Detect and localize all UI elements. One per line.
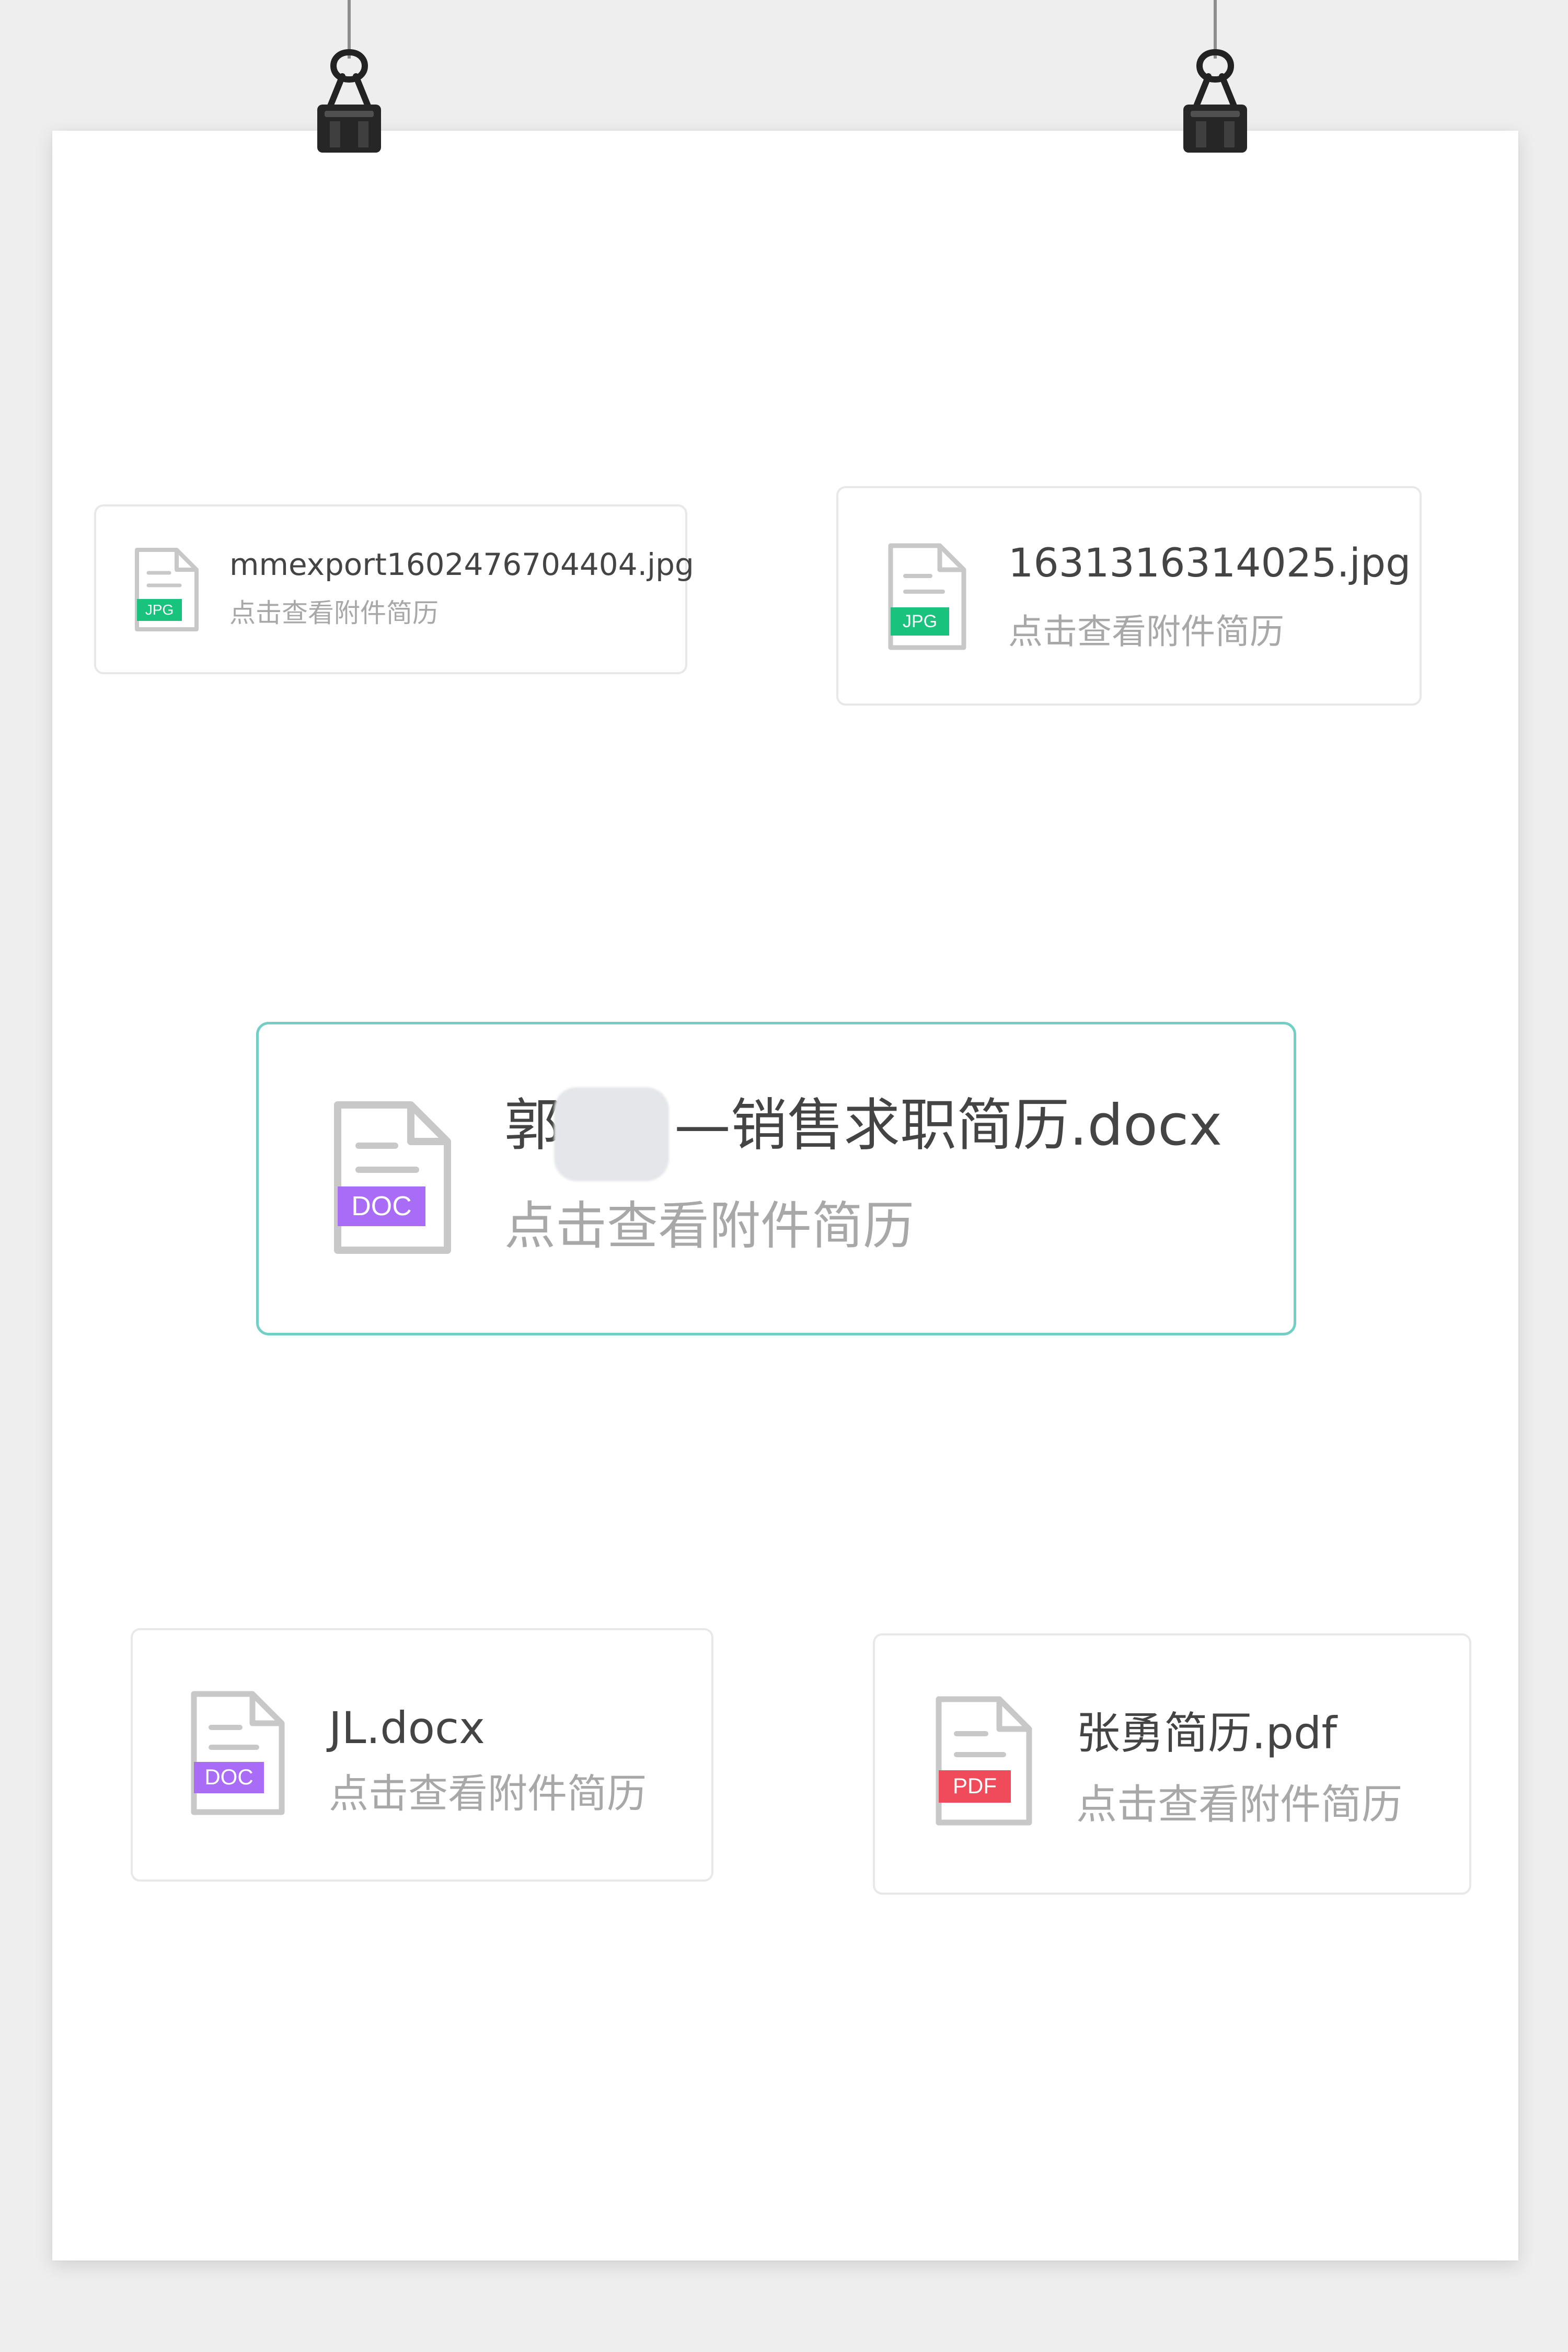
file-icon: DOC	[191, 1691, 285, 1815]
attachment-subtitle: 点击查看附件简历	[229, 598, 439, 628]
attachment-file-name: mmexport1602476704404.jpg	[229, 547, 694, 582]
attachment-subtitle: 点击查看附件简历	[329, 1770, 647, 1817]
attachment-card-jl-docx[interactable]: DOC JL.docx 点击查看附件简历	[131, 1628, 713, 1882]
attachment-file-name-suffix: —销售求职简历.docx	[674, 1093, 1223, 1158]
attachment-card-zhangyong-pdf[interactable]: PDF 张勇简历.pdf 点击查看附件简历	[873, 1633, 1471, 1895]
attachment-file-name: JL.docx	[329, 1702, 485, 1754]
binder-clip-icon	[1183, 49, 1247, 153]
redacted-name-blur	[554, 1087, 669, 1181]
attachment-file-name-prefix: 郭	[504, 1093, 561, 1158]
attachment-card-sales-resume[interactable]: DOC 郭 —销售求职简历.docx 点击查看附件简历	[256, 1022, 1296, 1335]
file-type-badge: DOC	[204, 1765, 253, 1789]
file-icon: JPG	[135, 548, 199, 631]
attachment-card-mmexport[interactable]: JPG mmexport1602476704404.jpg 点击查看附件简历	[94, 504, 694, 674]
attachment-subtitle: 点击查看附件简历	[1008, 612, 1284, 652]
file-icon: PDF	[936, 1696, 1032, 1826]
file-type-badge: JPG	[903, 612, 937, 631]
file-type-badge: DOC	[351, 1191, 412, 1221]
binder-clip-icon	[317, 49, 381, 153]
attachment-subtitle: 点击查看附件简历	[504, 1196, 915, 1256]
file-icon: JPG	[888, 543, 966, 650]
attachment-file-name: 张勇简历.pdf	[1076, 1708, 1337, 1759]
file-type-badge: JPG	[145, 602, 174, 618]
attachment-file-name: 1631316314025.jpg	[1008, 539, 1411, 586]
file-icon: DOC	[334, 1101, 451, 1254]
attachment-card-1631316314025[interactable]: JPG 1631316314025.jpg 点击查看附件简历	[836, 486, 1422, 706]
file-type-badge: PDF	[953, 1773, 997, 1798]
attachment-subtitle: 点击查看附件简历	[1076, 1781, 1403, 1828]
